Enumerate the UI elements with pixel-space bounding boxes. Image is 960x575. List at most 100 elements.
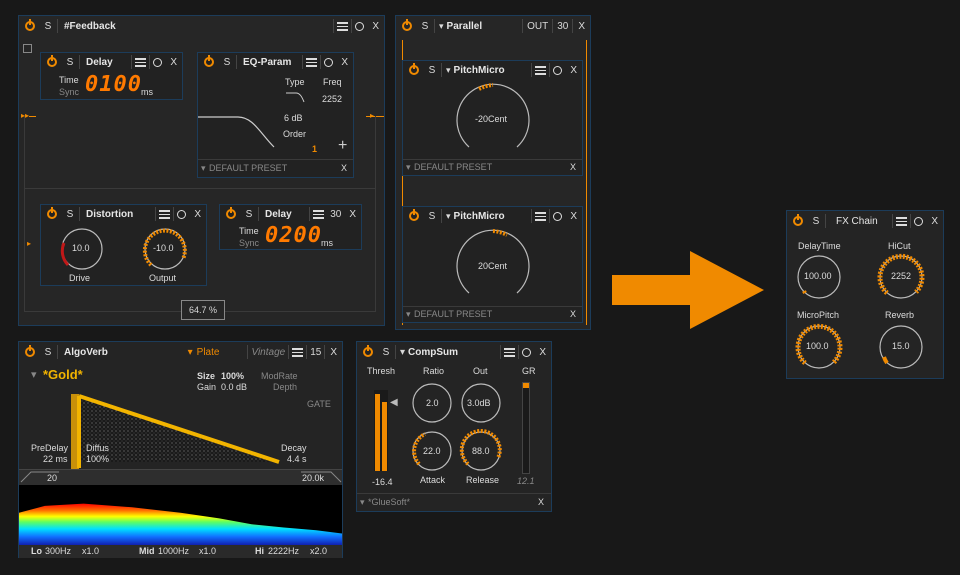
preset-chevron-icon[interactable]: ▾ <box>406 309 411 320</box>
hi-cut-value[interactable]: 20.0k <box>302 473 324 483</box>
menu-icon[interactable] <box>313 209 325 219</box>
close-button[interactable]: X <box>570 309 576 319</box>
menu-icon[interactable] <box>292 347 304 357</box>
add-band-button[interactable]: + <box>338 137 347 155</box>
preset-chevron-icon[interactable]: ▾ <box>201 163 206 174</box>
solo-button[interactable]: S <box>426 211 438 222</box>
eq-curve[interactable] <box>198 113 278 153</box>
close-button[interactable]: X <box>341 163 347 173</box>
chevron-down-icon[interactable]: ▾ <box>400 347 405 358</box>
lo-band-mult[interactable]: x1.0 <box>82 546 99 556</box>
lo-band-freq[interactable]: 300Hz <box>45 546 71 556</box>
power-icon[interactable] <box>226 207 236 219</box>
solo-button[interactable]: S <box>221 57 233 68</box>
power-icon[interactable] <box>47 207 57 219</box>
gain-value[interactable]: 6 dB <box>284 113 303 123</box>
preset-name[interactable]: DEFAULT PRESET <box>414 162 492 172</box>
diffus-value[interactable]: 100% <box>86 454 109 464</box>
hi-band-freq[interactable]: 2222Hz <box>268 546 299 556</box>
power-icon[interactable] <box>793 214 803 226</box>
order-value[interactable]: 1 <box>312 144 317 154</box>
size-value[interactable]: 100% <box>221 371 244 381</box>
solo-button[interactable]: S <box>64 57 76 68</box>
close-button[interactable]: X <box>570 162 576 172</box>
modrate-label[interactable]: ModRate <box>261 371 298 381</box>
close-button[interactable]: X <box>538 497 544 507</box>
close-button[interactable]: X <box>570 211 577 222</box>
preset-name[interactable]: *GlueSoft* <box>368 497 410 507</box>
menu-icon[interactable] <box>135 57 147 67</box>
chevron-down-icon[interactable]: ▾ <box>439 21 444 32</box>
power-icon[interactable] <box>363 345 373 357</box>
vintage-toggle[interactable]: Vintage <box>251 347 285 358</box>
thresh-pointer-icon[interactable]: ◀ <box>390 397 398 408</box>
close-button[interactable]: X <box>341 57 348 68</box>
preset-tab[interactable]: Plate <box>197 347 220 358</box>
preset-name[interactable]: DEFAULT PRESET <box>209 163 287 173</box>
close-button[interactable]: X <box>578 21 585 32</box>
thresh-value[interactable]: -16.4 <box>372 477 393 487</box>
clock-icon[interactable] <box>553 65 563 75</box>
power-icon[interactable] <box>409 209 419 221</box>
delay-time-display[interactable]: 0100 <box>85 72 142 97</box>
preset-name[interactable]: DEFAULT PRESET <box>414 309 492 319</box>
power-icon[interactable] <box>402 19 412 31</box>
clock-icon[interactable] <box>522 347 532 357</box>
preset-chevron-icon[interactable]: ▾ <box>31 368 37 381</box>
preset-chevron-icon[interactable]: ▾ <box>406 162 411 173</box>
decay-value[interactable]: 4.4 s <box>287 454 307 464</box>
power-icon[interactable] <box>204 55 214 67</box>
clock-icon[interactable] <box>153 57 163 67</box>
solo-button[interactable]: S <box>42 347 54 358</box>
clock-icon[interactable] <box>177 209 187 219</box>
power-icon[interactable] <box>409 63 419 75</box>
solo-button[interactable]: S <box>419 21 431 32</box>
solo-button[interactable]: S <box>64 209 76 220</box>
power-icon[interactable] <box>25 345 35 357</box>
close-button[interactable]: X <box>372 21 379 32</box>
close-button[interactable]: X <box>330 347 337 358</box>
close-button[interactable]: X <box>194 209 201 220</box>
out-label[interactable]: OUT <box>527 21 548 32</box>
delay-time-display[interactable]: 0200 <box>265 223 322 248</box>
solo-button[interactable]: S <box>42 21 54 32</box>
mid-band-mult[interactable]: x1.0 <box>199 546 216 556</box>
mix-box[interactable]: 64.7 % <box>181 300 225 320</box>
power-icon[interactable] <box>25 19 35 31</box>
mid-band-freq[interactable]: 1000Hz <box>158 546 189 556</box>
chevron-down-icon[interactable]: ▾ <box>446 65 451 76</box>
lo-cut-value[interactable]: 20 <box>47 473 57 483</box>
gate-button[interactable]: GATE <box>307 399 331 409</box>
solo-button[interactable]: S <box>243 209 255 220</box>
close-button[interactable]: X <box>349 209 356 220</box>
close-button[interactable]: X <box>539 347 546 358</box>
clock-icon[interactable] <box>553 211 563 221</box>
close-button[interactable]: X <box>170 57 177 68</box>
menu-icon[interactable] <box>337 21 349 31</box>
close-button[interactable]: X <box>931 216 938 227</box>
chevron-down-icon[interactable]: ▾ <box>446 211 451 222</box>
clock-icon[interactable] <box>324 57 334 67</box>
predelay-value[interactable]: 22 ms <box>43 454 68 464</box>
menu-icon[interactable] <box>535 211 547 221</box>
preset-chevron-icon[interactable]: ▾ <box>360 497 365 508</box>
menu-icon[interactable] <box>159 209 171 219</box>
menu-icon[interactable] <box>504 347 516 357</box>
menu-icon[interactable] <box>306 57 318 67</box>
solo-button[interactable]: S <box>380 347 392 358</box>
clock-icon[interactable] <box>914 216 924 226</box>
clock-icon[interactable] <box>355 21 365 31</box>
menu-icon[interactable] <box>535 65 547 75</box>
thresh-meter[interactable] <box>374 390 388 471</box>
close-button[interactable]: X <box>570 65 577 76</box>
solo-button[interactable]: S <box>426 65 438 76</box>
menu-icon[interactable] <box>896 216 908 226</box>
hi-band-mult[interactable]: x2.0 <box>310 546 327 556</box>
preset-name[interactable]: *Gold* <box>43 367 83 382</box>
power-icon[interactable] <box>47 55 57 67</box>
solo-button[interactable]: S <box>810 216 822 227</box>
filter-type-icon[interactable] <box>286 91 306 103</box>
freq-value[interactable]: 2252 <box>322 94 342 104</box>
chevron-down-icon[interactable]: ▾ <box>188 347 193 358</box>
collapse-icon[interactable] <box>23 44 32 53</box>
